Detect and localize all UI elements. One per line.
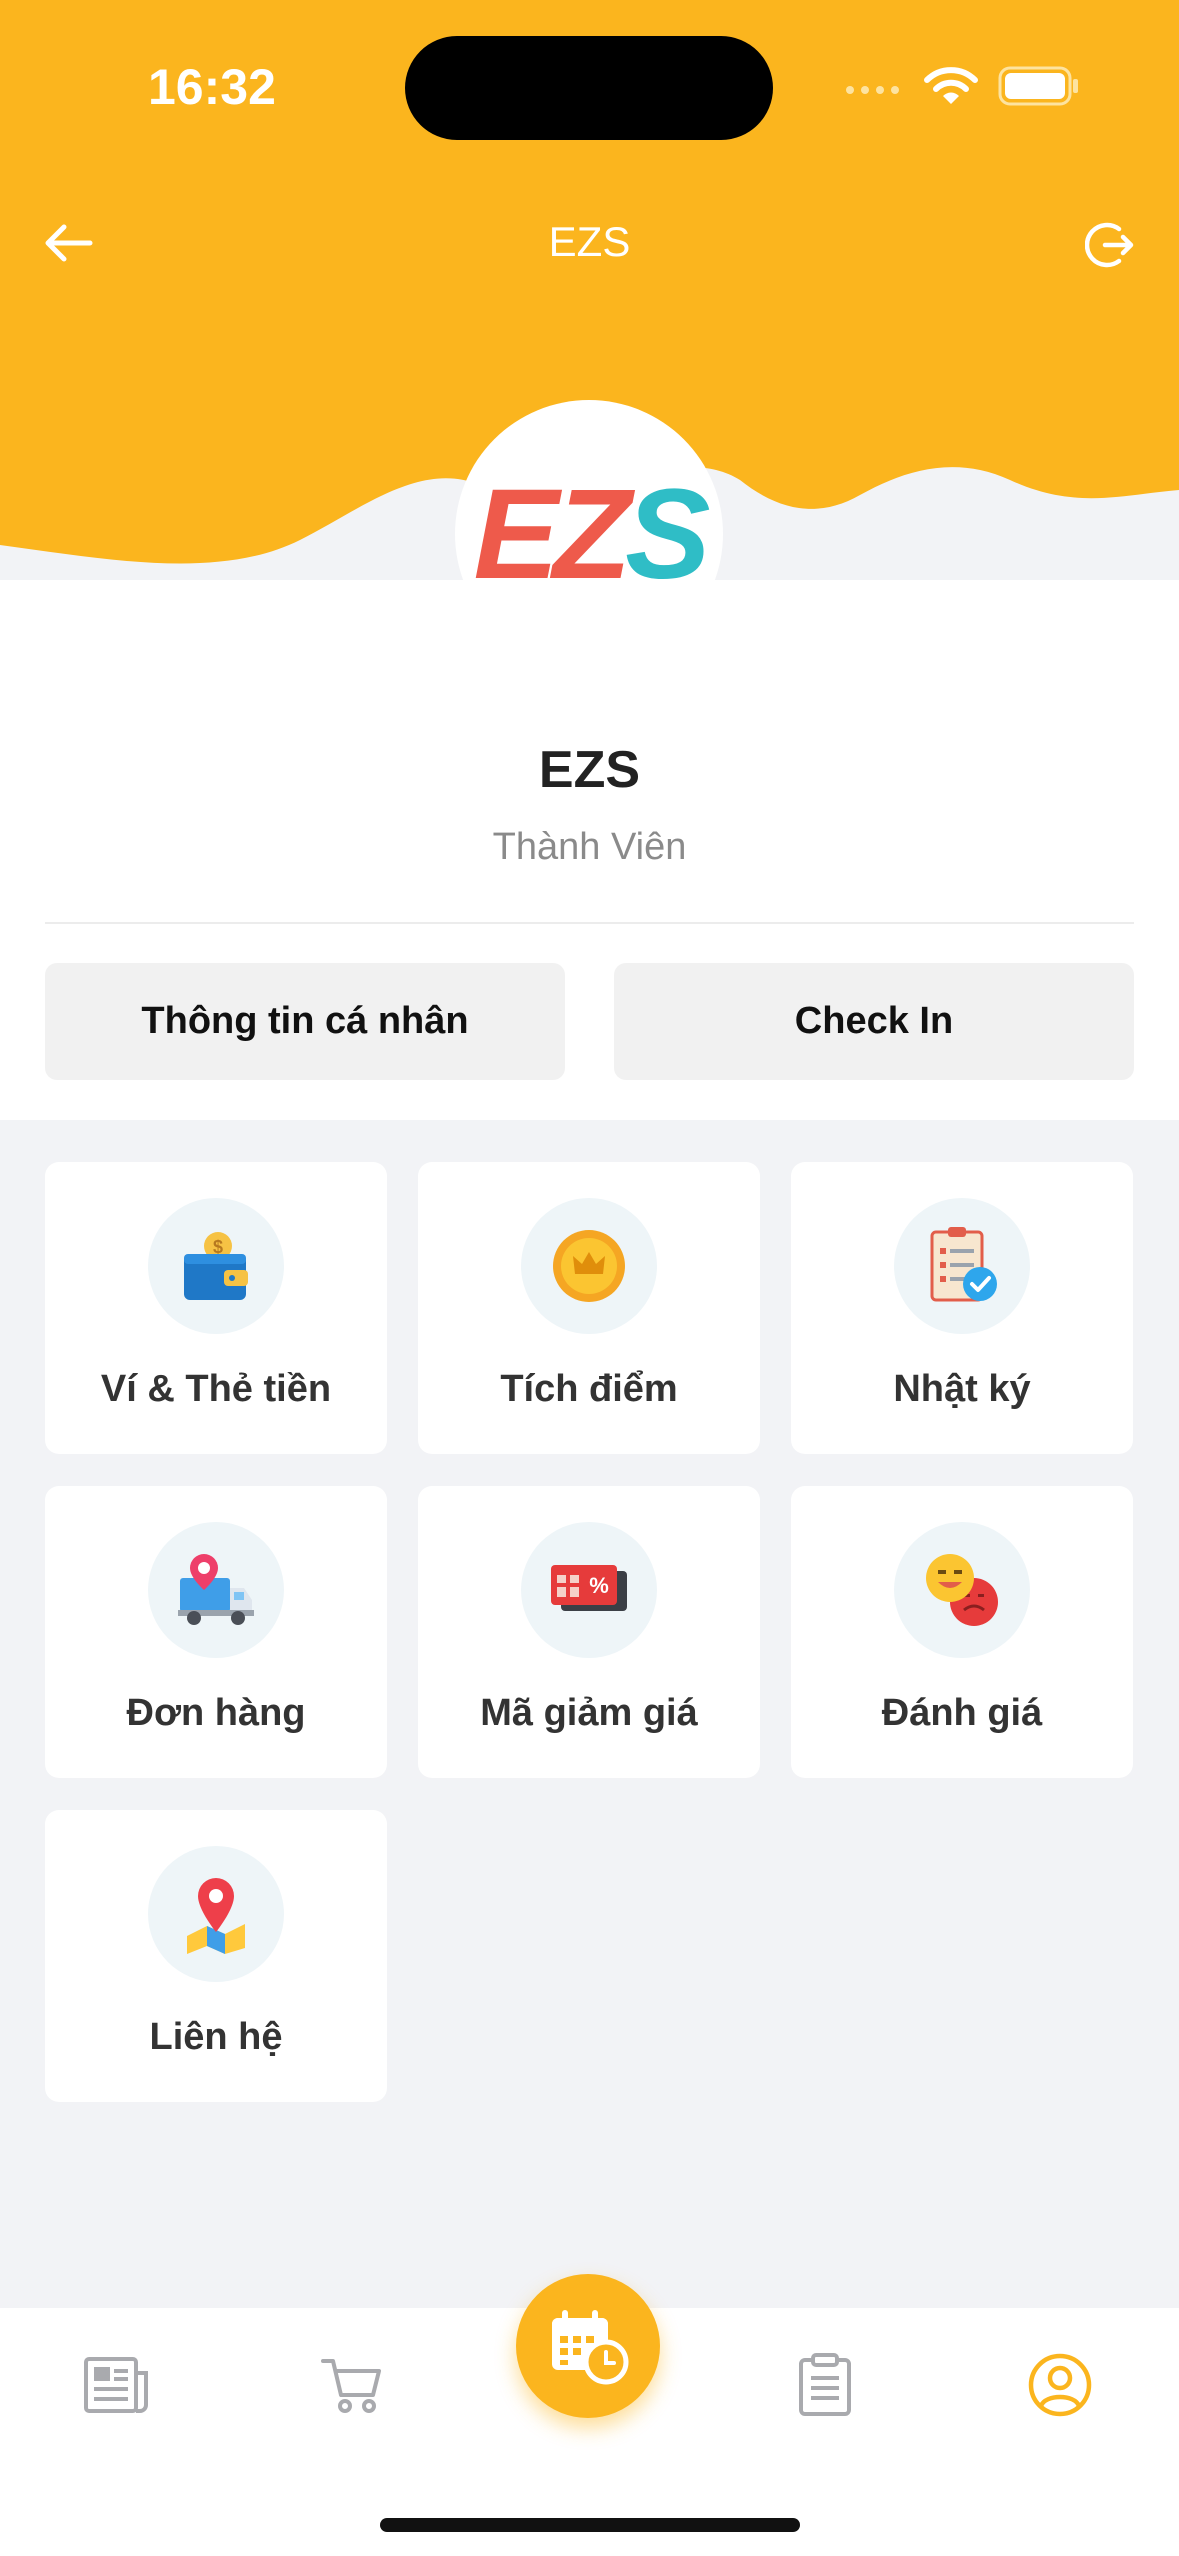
bottom-nav-orders[interactable] xyxy=(780,2340,870,2430)
brand-logo: EZS xyxy=(473,463,711,606)
menu-item-vouchers[interactable]: % Mã giảm giá xyxy=(418,1486,760,1778)
voucher-icon: % xyxy=(521,1522,657,1658)
profile-role: Thành Viên xyxy=(492,826,687,868)
menu-label: Mã giảm giá xyxy=(480,1692,698,1734)
bottom-nav-news[interactable] xyxy=(72,2340,162,2430)
menu-item-contact[interactable]: Liên hệ xyxy=(45,1810,387,2102)
check-in-button[interactable]: Check In xyxy=(614,963,1134,1080)
clipboard-icon xyxy=(799,2353,851,2416)
wallet-icon: $ xyxy=(148,1198,284,1334)
cart-icon xyxy=(321,2359,381,2413)
menu-item-points[interactable]: Tích điểm xyxy=(418,1162,760,1454)
signal-icon xyxy=(846,86,899,94)
battery-icon xyxy=(998,66,1078,106)
profile-icon xyxy=(1028,2353,1092,2417)
menu-label: Tích điểm xyxy=(500,1368,678,1410)
personal-info-button[interactable]: Thông tin cá nhân xyxy=(45,963,565,1080)
logout-icon[interactable] xyxy=(1085,220,1135,270)
menu-item-wallet[interactable]: $ Ví & Thẻ tiền xyxy=(45,1162,387,1454)
delivery-truck-icon xyxy=(148,1522,284,1658)
page-title: EZS xyxy=(548,218,631,265)
calendar-fab-button[interactable] xyxy=(516,2274,660,2418)
profile-name: EZS xyxy=(538,741,641,799)
news-icon xyxy=(84,2357,148,2413)
checklist-icon xyxy=(894,1198,1030,1334)
menu-label: Đơn hàng xyxy=(126,1692,306,1734)
wifi-icon xyxy=(924,67,978,104)
crown-coin-icon xyxy=(521,1198,657,1334)
divider xyxy=(45,922,1134,924)
menu-item-orders[interactable]: Đơn hàng xyxy=(45,1486,387,1778)
dynamic-island xyxy=(405,36,773,140)
menu-item-journal[interactable]: Nhật ký xyxy=(791,1162,1133,1454)
menu-label: Liên hệ xyxy=(149,2016,283,2058)
menu-label: Nhật ký xyxy=(893,1368,1031,1410)
svg-text:%: % xyxy=(589,1573,609,1598)
status-time: 16:32 xyxy=(148,59,276,115)
menu-item-reviews[interactable]: Đánh giá xyxy=(791,1486,1133,1778)
home-indicator xyxy=(380,2518,800,2532)
location-pin-icon xyxy=(148,1846,284,1982)
bottom-nav-profile[interactable] xyxy=(1015,2340,1105,2430)
menu-label: Ví & Thẻ tiền xyxy=(100,1368,332,1410)
menu-label: Đánh giá xyxy=(881,1692,1043,1734)
emoji-faces-icon xyxy=(894,1522,1030,1658)
calendar-clock-icon xyxy=(552,2310,629,2385)
bottom-nav-cart[interactable] xyxy=(307,2340,397,2430)
